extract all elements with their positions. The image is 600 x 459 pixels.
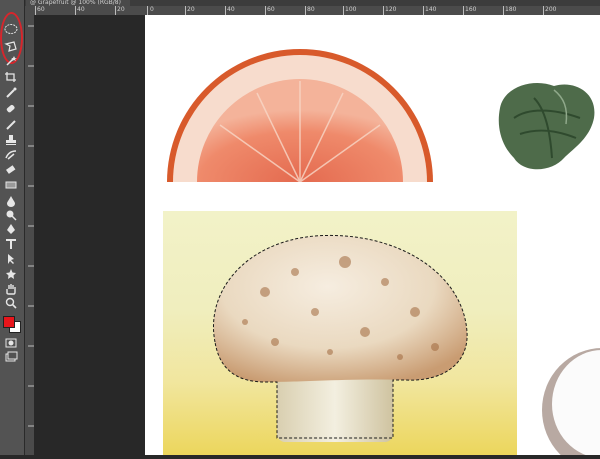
- polygonal-lasso-icon[interactable]: [2, 40, 20, 54]
- eraser-icon[interactable]: [2, 163, 20, 177]
- crop-icon[interactable]: [2, 70, 20, 84]
- ruler-label: 140: [425, 6, 437, 13]
- horizontal-ruler: 60 40 20 0 20 40 60 80 100 120 140 160 1…: [25, 6, 600, 15]
- grapefruit-image: [167, 49, 433, 182]
- ruler-label: 0: [150, 6, 154, 13]
- pen-icon[interactable]: [2, 222, 20, 236]
- ellipse-marquee-icon[interactable]: [2, 22, 20, 36]
- lettuce-image: [498, 82, 595, 170]
- ruler-label: 60: [37, 6, 45, 13]
- ruler-tick: [265, 6, 266, 15]
- vertical-ruler: [25, 6, 34, 455]
- ruler-label: 20: [187, 6, 195, 13]
- shape-icon[interactable]: [2, 267, 20, 281]
- ruler-tick: [383, 6, 384, 15]
- path-selection-icon[interactable]: [2, 252, 20, 266]
- vertical-ruler-ticks: [28, 25, 34, 427]
- ruler-tick: [225, 6, 226, 15]
- ruler-tick: [35, 6, 36, 15]
- foreground-color-swatch[interactable]: [3, 316, 15, 328]
- ruler-label: 60: [267, 6, 275, 13]
- ruler-label: 40: [77, 6, 85, 13]
- ruler-tick: [75, 6, 76, 15]
- ruler-tick: [543, 6, 544, 15]
- ruler-tick: [463, 6, 464, 15]
- ruler-tick: [305, 6, 306, 15]
- ruler-tick: [503, 6, 504, 15]
- ruler-tick: [147, 6, 148, 15]
- ruler-label: 180: [505, 6, 517, 13]
- quick-mask-icon[interactable]: [2, 336, 20, 350]
- type-icon[interactable]: [2, 237, 20, 251]
- ruler-label: 80: [307, 6, 315, 13]
- ruler-label: 100: [345, 6, 357, 13]
- magic-wand-icon[interactable]: [2, 54, 20, 68]
- ruler-label: 40: [227, 6, 235, 13]
- mushroom-image[interactable]: [205, 232, 475, 446]
- brush-icon[interactable]: [2, 118, 20, 132]
- plate-image: [542, 348, 600, 455]
- dodge-icon[interactable]: [2, 208, 20, 222]
- tools-panel: [0, 0, 25, 455]
- ruler-tick: [423, 6, 424, 15]
- screen-mode-icon[interactable]: [2, 350, 20, 364]
- pasteboard: [34, 15, 145, 455]
- blur-icon[interactable]: [2, 194, 20, 208]
- clone-stamp-icon[interactable]: [2, 133, 20, 147]
- ruler-tick: [115, 6, 116, 15]
- ruler-label: 20: [117, 6, 125, 13]
- zoom-icon[interactable]: [2, 296, 20, 310]
- hand-icon[interactable]: [2, 282, 20, 296]
- ruler-tick: [185, 6, 186, 15]
- ruler-label: 200: [545, 6, 557, 13]
- eyedropper-icon[interactable]: [2, 86, 20, 100]
- gradient-icon[interactable]: [2, 178, 20, 192]
- ruler-label: 120: [385, 6, 397, 13]
- spot-healing-icon[interactable]: [2, 102, 20, 116]
- history-brush-icon[interactable]: [2, 148, 20, 162]
- ruler-tick: [343, 6, 344, 15]
- ruler-label: 160: [465, 6, 477, 13]
